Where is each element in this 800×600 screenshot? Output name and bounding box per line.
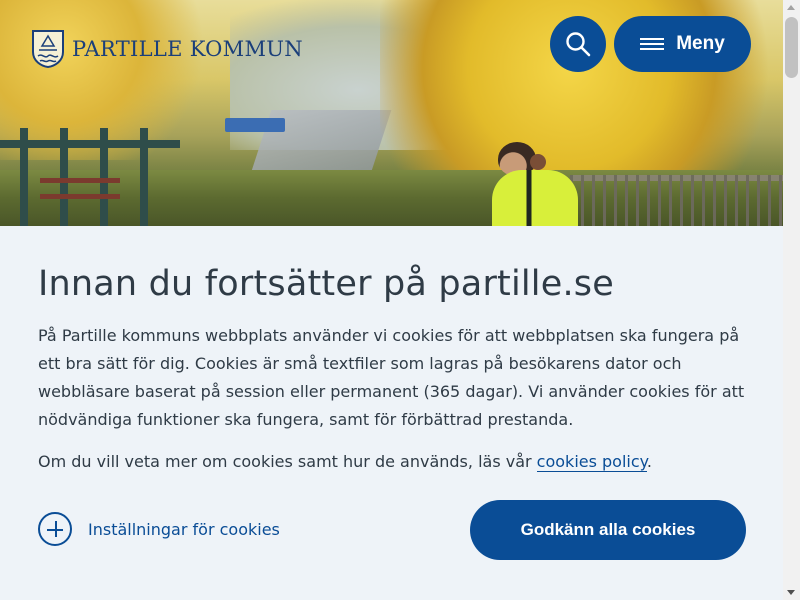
hamburger-icon (640, 38, 665, 50)
cookie-consent-dialog: Innan du fortsätter på partille.se På Pa… (0, 226, 783, 600)
plus-circle-icon (38, 512, 72, 546)
vertical-scrollbar[interactable] (783, 0, 800, 600)
logo-text: PARTILLE KOMMUN (72, 37, 303, 61)
municipal-crest-icon (32, 30, 64, 68)
scroll-up-arrow-icon[interactable] (787, 5, 795, 10)
cookie-policy-text: Om du vill veta mer om cookies samt hur … (38, 448, 750, 476)
search-icon (566, 32, 591, 57)
playground-structure (0, 128, 180, 226)
menu-button-label: Meny (676, 33, 725, 54)
accept-all-cookies-button[interactable]: Godkänn alla cookies (470, 500, 746, 560)
scrollbar-thumb[interactable] (785, 17, 798, 78)
cookie-description: På Partille kommuns webbplats använder v… (38, 326, 745, 429)
cookie-settings-button[interactable]: Inställningar för cookies (38, 512, 280, 546)
policy-text-prefix: Om du vill veta mer om cookies samt hur … (38, 452, 537, 471)
cookie-settings-label: Inställningar för cookies (88, 519, 280, 539)
dialog-title: Innan du fortsätter på partille.se (38, 264, 614, 304)
search-button[interactable] (550, 16, 606, 72)
menu-button[interactable]: Meny (614, 16, 751, 72)
site-logo[interactable]: PARTILLE KOMMUN (32, 30, 303, 68)
person-in-safety-vest (492, 140, 578, 226)
policy-text-suffix: . (646, 452, 652, 471)
cookie-policy-link[interactable]: cookies policy (536, 452, 647, 472)
scroll-down-arrow-icon[interactable] (787, 590, 795, 595)
